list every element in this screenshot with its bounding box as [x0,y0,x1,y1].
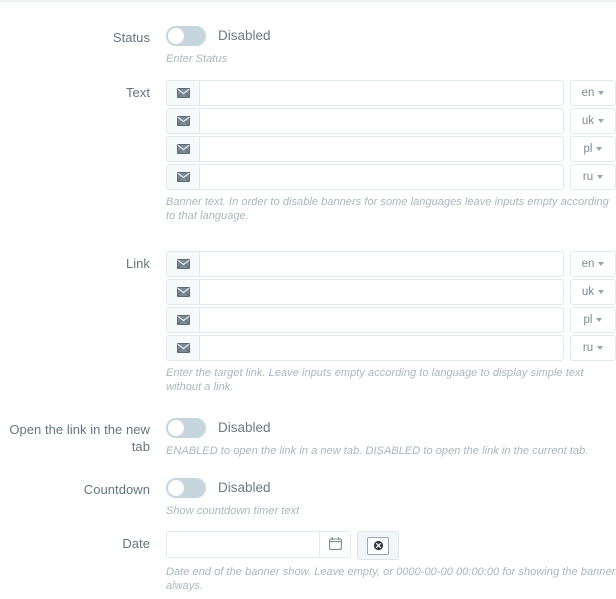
envelope-icon [166,80,199,106]
field-control-link: en uk pl ru Enter the target link. Leave inp… [150,251,616,394]
language-code: ru [582,342,594,354]
language-code: uk [581,286,595,298]
clear-circle-icon [367,536,389,555]
link-input-ru[interactable] [199,335,564,361]
toggle-countdown[interactable] [166,478,206,498]
date-wrapper [166,531,616,560]
envelope-icon [166,307,199,333]
chevron-down-icon [597,346,604,350]
field-control-date: Date end of the banner show. Leave empty… [150,531,616,593]
field-label-countdown: Countdown [83,482,150,497]
toggle-status[interactable] [166,26,206,46]
input-row-link-ru: ru [166,335,616,361]
field-help-text: Banner text. In order to disable banners… [166,196,609,222]
field-control-new_tab: Disabled ENABLED to open the link in a ne… [150,417,616,458]
field-row-date: Date Date end of the banner show. Leave e… [0,531,616,593]
field-row-link: Link en uk pl ru Enter the target link. Leave… [0,251,616,394]
language-select-text-pl[interactable]: pl [570,136,616,162]
language-select-text-en[interactable]: en [570,80,616,106]
envelope-icon [166,335,199,361]
input-row-link-uk: uk [166,279,616,305]
field-control-text: en uk pl ru Banner text. In order to disable… [150,80,616,223]
toggle-state-status: Disabled [218,28,271,43]
field-row-text: Text en uk pl ru Banner text. In order to dis… [0,80,616,223]
date-input[interactable] [166,531,319,558]
toggle-knob [168,420,184,436]
input-row-text-pl: pl [166,136,616,162]
field-control-status: Disabled Enter Status [150,25,616,66]
input-row-text-ru: ru [166,164,616,190]
text-input-pl[interactable] [199,136,564,162]
field-label-date: Date [122,536,150,551]
chevron-down-icon [598,262,605,266]
input-row-text-uk: uk [166,108,616,134]
language-code: uk [581,115,595,127]
field-label-text: Text [125,85,150,100]
field-control-countdown: Disabled Show countdown timer text [150,477,616,518]
language-code: en [581,87,595,99]
language-select-text-ru[interactable]: ru [570,164,616,190]
input-row-link-pl: pl [166,307,616,333]
date-input-group [166,531,351,558]
toggle-knob [168,28,184,44]
top-divider [0,0,616,2]
language-select-link-uk[interactable]: uk [570,279,616,305]
field-row-new_tab: Open the link in the new tab Disabled ENAB… [0,417,616,458]
link-input-uk[interactable] [199,279,564,305]
toggle-state-new_tab: Disabled [218,420,271,435]
clear-date-button[interactable] [357,531,399,560]
link-input-pl[interactable] [199,307,564,333]
chevron-down-icon [598,119,605,123]
toggle-line-countdown: Disabled [166,477,616,499]
calendar-icon [328,536,342,553]
chevron-down-icon [598,91,605,95]
field-label-status: Status [112,30,150,45]
field-label-new_tab: Open the link in the new tab [9,422,150,454]
chevron-down-icon [596,147,603,151]
field-row-status: Status Disabled Enter Status [0,25,616,66]
chevron-down-icon [597,175,604,179]
field-help-link: Enter the target link. Leave inputs empt… [166,367,584,393]
language-code: ru [582,171,594,183]
language-code: pl [583,143,593,155]
chevron-down-icon [596,318,603,322]
text-input-uk[interactable] [199,108,564,134]
envelope-icon [166,136,199,162]
envelope-icon [166,279,199,305]
calendar-button[interactable] [319,531,351,558]
field-help-date: Date end of the banner show. Leave empty… [166,566,616,592]
language-code: pl [583,314,593,326]
language-select-link-ru[interactable]: ru [570,335,616,361]
toggle-line-new_tab: Disabled [166,417,616,439]
link-input-en[interactable] [199,251,564,277]
input-row-text-en: en [166,80,616,106]
field-label-link: Link [125,256,150,271]
envelope-icon [166,164,199,190]
envelope-icon [166,251,199,277]
language-select-text-uk[interactable]: uk [570,108,616,134]
input-stack-link: en uk pl ru [166,251,616,361]
toggle-new_tab[interactable] [166,418,206,438]
chevron-down-icon [598,290,605,294]
field-help-countdown: Show countdown timer text [166,505,300,517]
field-help-new_tab: ENABLED to open the link in a new tab. D… [166,445,589,457]
field-row-countdown: Countdown Disabled Show countdown timer te… [0,477,616,518]
text-input-en[interactable] [199,80,564,106]
field-help-status: Enter Status [166,53,228,65]
toggle-knob [168,480,184,496]
input-stack-text: en uk pl ru [166,80,616,190]
toggle-state-countdown: Disabled [218,480,271,495]
toggle-line-status: Disabled [166,25,616,47]
language-code: en [581,258,595,270]
text-input-ru[interactable] [199,164,564,190]
input-row-link-en: en [166,251,616,277]
language-select-link-pl[interactable]: pl [570,307,616,333]
envelope-icon [166,108,199,134]
language-select-link-en[interactable]: en [570,251,616,277]
